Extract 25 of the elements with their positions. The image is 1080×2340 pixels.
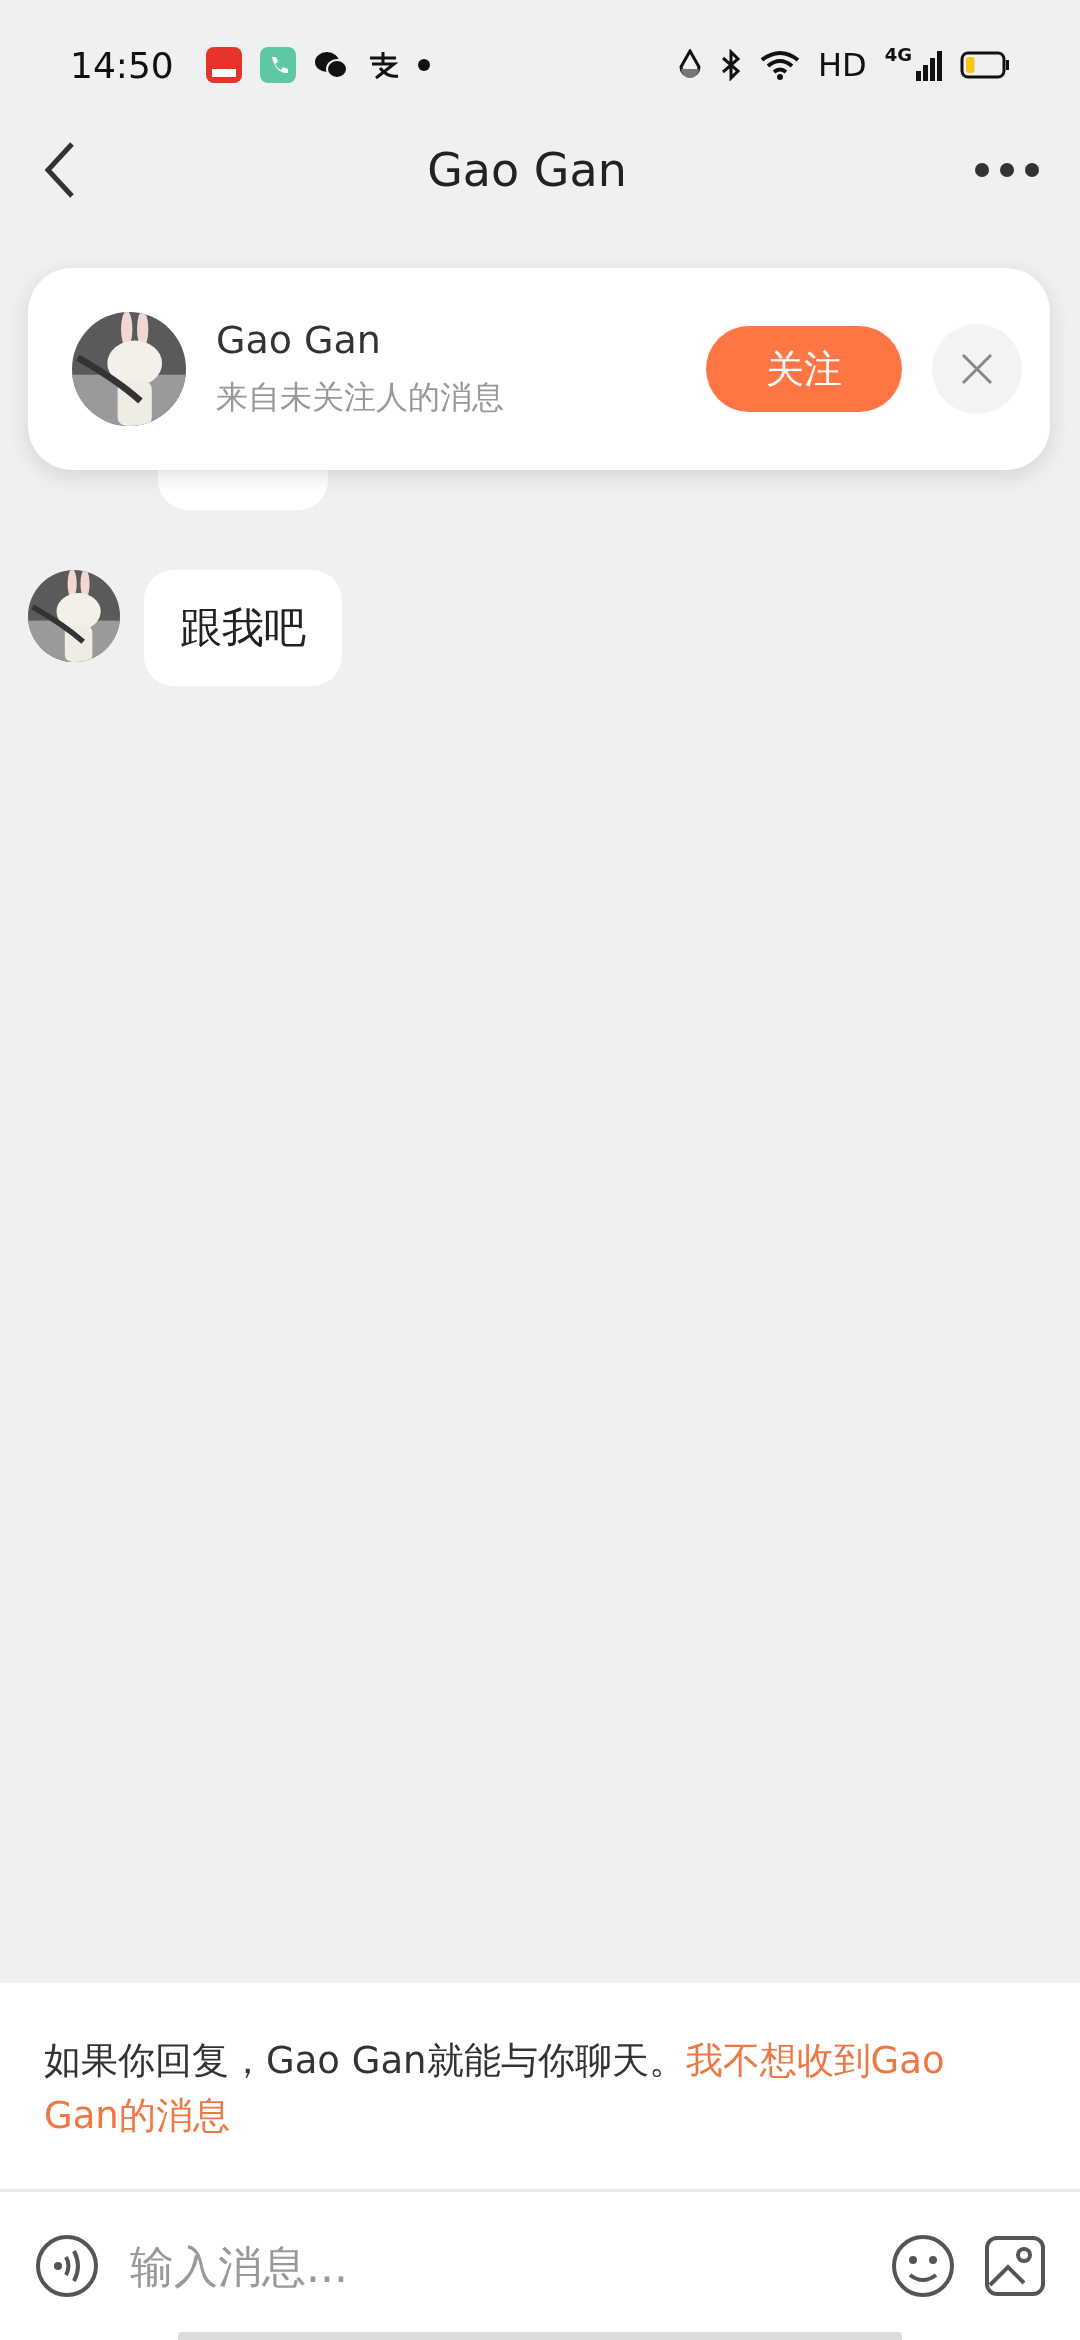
reply-notice: 如果你回复，Gao Gan就能与你聊天。 — [44, 2039, 686, 2082]
message-bubble: 跟我吧 — [144, 570, 342, 686]
block-messages-link[interactable]: Gan的消息 — [44, 2094, 230, 2137]
wifi-icon — [760, 50, 800, 80]
status-time: 14:50 — [70, 44, 174, 86]
follow-button[interactable]: 关注 — [706, 326, 902, 412]
close-icon — [960, 352, 994, 386]
data-saver-icon — [678, 49, 702, 81]
chat-title: Gao Gan — [426, 143, 628, 197]
more-icon[interactable] — [974, 162, 1040, 178]
emoji-icon[interactable] — [890, 2233, 956, 2299]
voice-icon[interactable] — [34, 2233, 100, 2299]
sender-name: Gao Gan — [216, 318, 382, 362]
phone-icon — [259, 47, 296, 83]
block-messages-link[interactable]: 我不想收到Gao — [685, 2039, 945, 2082]
dot-icon — [417, 59, 430, 71]
chat-icon — [313, 50, 348, 80]
app-notification-icon — [205, 47, 242, 83]
image-icon[interactable] — [984, 2235, 1046, 2297]
cellular-label: 4G — [884, 44, 912, 65]
network-label: HD — [818, 46, 867, 84]
bluetooth-icon — [720, 49, 742, 81]
battery-icon — [960, 51, 1010, 79]
sender-subtitle: 来自未关注人的消息 — [216, 377, 505, 418]
signal-icon — [916, 49, 942, 81]
